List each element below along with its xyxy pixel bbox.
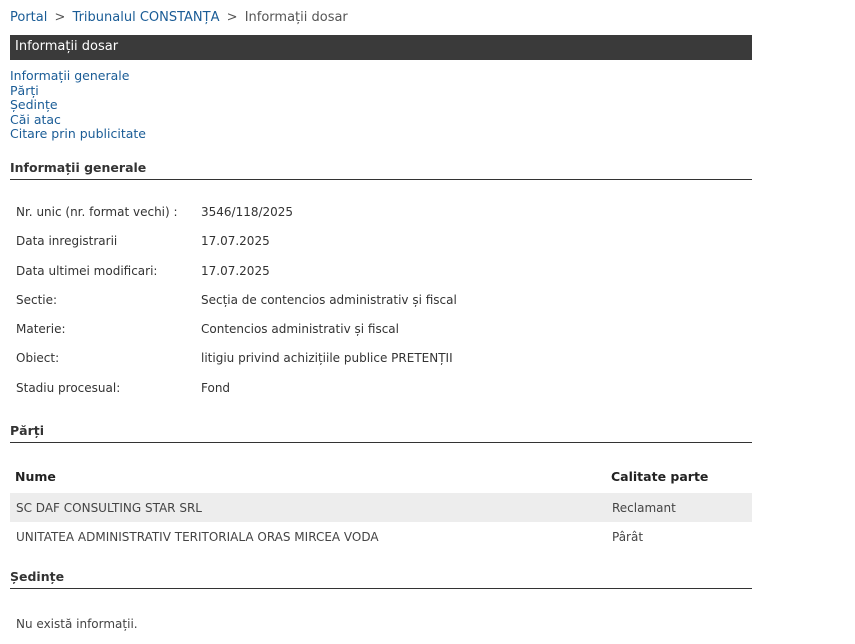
info-label: Sectie: [16,292,58,307]
section-anchor-nav: Informații generale Părți Ședințe Căi at… [10,68,146,142]
info-label: Obiect: [16,351,60,366]
breadcrumb-separator: > [226,10,238,25]
table-row: UNITATEA ADMINISTRATIV TERITORIALA ORAS … [10,522,752,551]
anchor-link-public-summons[interactable]: Citare prin publicitate [10,127,146,142]
sessions-empty-message: Nu există informații. [16,617,138,631]
breadcrumb-current: Informații dosar [244,10,348,25]
breadcrumb-separator: > [54,10,66,25]
page-title: Informații dosar [10,35,752,60]
anchor-link-parties[interactable]: Părți [10,83,146,99]
info-value: Fond [201,380,231,395]
party-role: Pârât [612,530,644,544]
party-role: Reclamant [612,501,676,515]
info-label: Stadiu procesual: [16,380,121,395]
section-heading-general-info: Informații generale [10,160,752,180]
info-value: litigiu privind achizițiile publice PRET… [201,351,453,366]
party-name: SC DAF CONSULTING STAR SRL [16,501,202,515]
info-value: Secția de contencios administrativ și fi… [201,292,457,307]
column-header-name: Nume [15,469,56,484]
section-heading-sessions: Ședințe [10,569,752,589]
info-value: 17.07.2025 [201,263,270,278]
breadcrumb-link-court[interactable]: Tribunalul CONSTANȚA [73,10,220,25]
anchor-link-sessions[interactable]: Ședințe [10,98,146,113]
party-name: UNITATEA ADMINISTRATIV TERITORIALA ORAS … [16,530,379,544]
info-label: Data inregistrarii [16,234,118,249]
info-label: Nr. unic (nr. format vechi) : [16,205,178,219]
table-row: SC DAF CONSULTING STAR SRL Reclamant [10,493,752,522]
anchor-link-general-info[interactable]: Informații generale [10,68,146,84]
breadcrumb-link-portal[interactable]: Portal [10,10,47,25]
info-label: Data ultimei modificari: [16,263,158,278]
info-value: 17.07.2025 [201,234,270,249]
anchor-link-appeals[interactable]: Căi atac [10,112,146,128]
breadcrumb: Portal > Tribunalul CONSTANȚA > Informaț… [10,10,348,25]
info-label: Materie: [16,322,66,337]
parties-table-header: Nume Calitate parte [10,466,752,490]
info-value: 3546/118/2025 [201,205,294,219]
info-value: Contencios administrativ și fiscal [201,322,399,337]
column-header-role: Calitate parte [611,469,709,484]
section-heading-parties: Părți [10,423,752,443]
